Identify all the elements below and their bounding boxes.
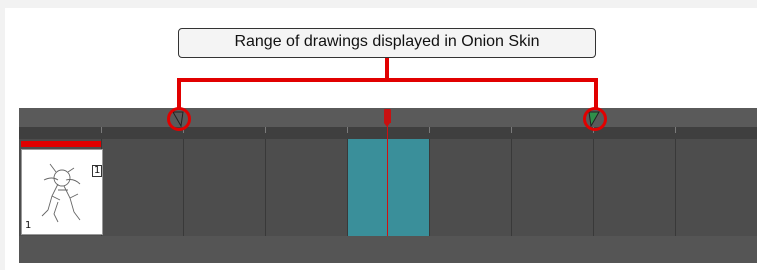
frame-divider bbox=[265, 139, 266, 236]
drawing-exposure-bar bbox=[21, 141, 101, 147]
ruler-tick bbox=[675, 127, 676, 133]
frame-divider bbox=[429, 139, 430, 236]
character-sketch-icon bbox=[41, 163, 81, 223]
screenshot-canvas: Range of drawings displayed in Onion Ski… bbox=[0, 0, 757, 270]
drawing-exposure-label: 1 bbox=[92, 165, 103, 177]
ruler-strip bbox=[19, 127, 757, 139]
onion-skin-start-highlight-circle bbox=[167, 107, 191, 131]
callout-text: Range of drawings displayed in Onion Ski… bbox=[234, 33, 540, 50]
ruler-tick bbox=[265, 127, 266, 133]
timeline-panel: 1 1 bbox=[19, 108, 757, 263]
frame-divider bbox=[511, 139, 512, 236]
frame-divider bbox=[347, 139, 348, 236]
bracket-right-leg bbox=[594, 78, 598, 108]
bracket-stem bbox=[385, 58, 389, 80]
frame-cells-row[interactable] bbox=[19, 139, 757, 236]
current-frame-highlight bbox=[347, 139, 429, 236]
ruler-tick bbox=[511, 127, 512, 133]
ruler-tick bbox=[429, 127, 430, 133]
frame-divider bbox=[183, 139, 184, 236]
frame-divider bbox=[675, 139, 676, 236]
playhead-line bbox=[387, 116, 388, 236]
ruler-tick bbox=[347, 127, 348, 133]
onion-skin-callout: Range of drawings displayed in Onion Ski… bbox=[178, 28, 596, 58]
drawing-frame-number: 1 bbox=[25, 220, 32, 231]
bracket-left-leg bbox=[177, 78, 181, 108]
onion-skin-end-highlight-circle bbox=[583, 107, 607, 131]
playhead-icon[interactable] bbox=[384, 109, 391, 127]
frame-divider bbox=[593, 139, 594, 236]
drawing-thumbnail[interactable]: 1 bbox=[21, 149, 103, 235]
timeline-bottom-area bbox=[19, 236, 757, 263]
bracket-horizontal bbox=[177, 78, 598, 82]
ruler-tick bbox=[101, 127, 102, 133]
